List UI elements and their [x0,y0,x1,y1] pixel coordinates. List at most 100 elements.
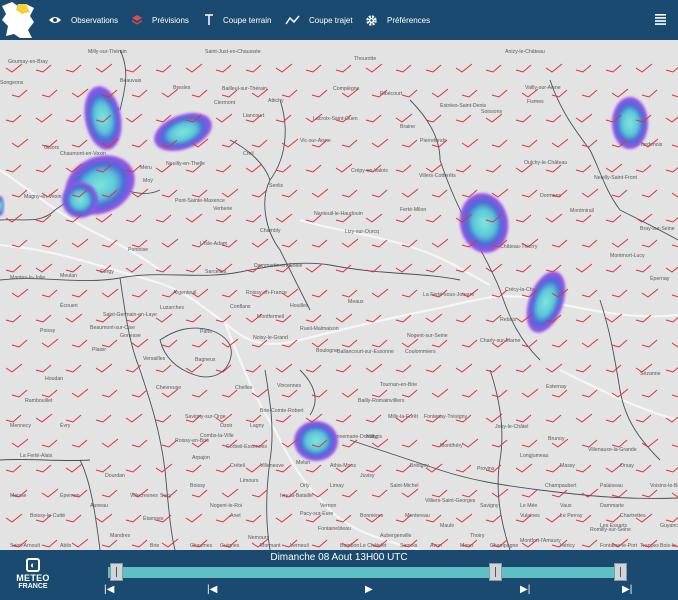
place-label: Rueil-Malmaison [300,326,339,332]
place-label: Pacy-sur-Eure [300,511,333,517]
place-label: Bresles [173,85,191,91]
place-label: Rebais [500,317,517,323]
place-label: Anizy-le-Château [505,49,545,55]
nav-previsions[interactable]: Prévisions [131,0,189,40]
place-label: Chaumes [190,543,213,549]
eye-icon [49,17,61,23]
place-label: Lacroix-Saint-Ouen [313,116,358,122]
place-label: Estrées-Saint-Denis [440,103,487,109]
place-label: Samois [400,543,418,549]
meteo-france-logo: ◐ METEO FRANCE [16,558,50,590]
timeline-track[interactable] [108,567,624,578]
place-label: Pontoise [128,247,148,253]
place-label: Nogent-le-Roi [210,503,242,509]
place-label: Magny-en-Vexin [24,194,62,200]
place-label: Saint-Germain-en-Laye [103,312,157,318]
place-label: Ferté-Milon [400,207,426,213]
place-label: Verberie [213,206,232,212]
place-label: Houdan [45,376,63,382]
place-label: Chartrettes [620,513,646,519]
nav-observations[interactable]: Observations [48,0,118,40]
place-label: La Ferté-sous-Jouarre [423,292,474,298]
hamburger-menu-icon[interactable] [655,14,666,25]
place-label: Boulogne [316,348,338,354]
place-label: Milly-la-Forêt [388,414,419,420]
place-label: Chaumont-en-Vexin [60,151,106,157]
place-label: Ribécourt [380,91,403,97]
place-label: Chambly [260,228,281,234]
place-label: Créteil [230,463,245,469]
place-label: Aubergenville [380,533,412,539]
place-label: Saint-Michel [390,483,419,489]
place-label: Braine [400,124,415,130]
place-label: Montmort-Lucy [610,253,645,259]
place-label: Épernon [60,492,80,499]
go-to-start-button[interactable]: |◀ [104,584,114,596]
place-label: Esternay [546,384,567,390]
place-label: Conflans [230,304,251,310]
place-label: Montlhéry [440,443,463,449]
terrain-cut-icon [205,14,213,25]
place-label: Limay [330,483,344,489]
place-label: Épernay [650,275,670,282]
timeline-bar: ◐ METEO FRANCE Dimanche 08 Aout 13H00 UT… [0,550,678,600]
place-label: Nanteuil-le-Haudouin [314,211,363,217]
place-label: Dammarie [600,503,624,509]
nav-observations-label: Observations [71,15,119,25]
place-label: Guyancourt [660,523,678,529]
place-label: Villeneuve [260,463,284,469]
place-label: Sézanne [640,371,661,377]
timeline-current-handle[interactable] [489,563,502,581]
place-label: Savigny-sur-Orge [185,414,226,420]
nav-coupe-trajet[interactable]: Coupe trajet [285,0,353,40]
france-map-icon[interactable] [0,0,40,40]
place-label: Sarcelles [205,269,227,275]
play-button[interactable]: ▶ [365,584,373,596]
forecast-map[interactable]: Gournay-en-Bray Milly-sur-Thérain Saint-Ju… [0,40,678,550]
place-label: Charly-sur-Marne [480,338,520,344]
place-label: Bailly-Romainvilliers [358,398,405,404]
place-label: Champaubert [545,483,577,489]
map-canvas[interactable]: Gournay-en-Bray Milly-sur-Thérain Saint-Ju… [0,40,678,550]
place-label: Milly-sur-Thérain [88,49,127,55]
place-label: Nogent-sur-Seine [407,333,448,339]
nav-previsions-label: Prévisions [152,15,189,25]
place-label: Houilles [290,303,309,309]
place-label: Maule [440,523,454,529]
place-label: Villiers-Saint-Georges [425,498,476,504]
place-label: Ozoir [220,423,233,429]
top-toolbar: Observations Prévisions Coupe terrain Co… [0,0,678,40]
nav-coupe-trajet-label: Coupe trajet [309,15,353,25]
place-label: Limours [240,478,259,484]
place-label: Orly [300,483,310,489]
place-label: Senlis [269,183,284,189]
place-label: Beauvais [120,78,142,84]
place-label: Melun [296,460,310,466]
place-label: Chelles [235,385,253,391]
place-label: Château-Thierry [500,244,538,250]
place-label: Plaisir [92,347,106,353]
place-label: Neuilly-Saint-Front [594,175,638,181]
place-label: Coulommiers [405,349,436,355]
place-label: Moÿ [143,178,153,184]
place-label: Méru [140,165,152,171]
go-to-end-button[interactable]: ▶| [622,584,632,596]
place-label: Orsay [620,463,634,469]
nav-preferences[interactable]: Préférences [365,0,430,40]
place-label: Provins [477,466,495,472]
timeline-end-handle[interactable] [614,563,627,581]
nav-coupe-terrain[interactable]: Coupe terrain [204,0,271,40]
step-back-button[interactable]: |◀ [207,584,217,596]
place-label: Tournan-en-Brie [380,382,417,388]
nav-coupe-terrain-label: Coupe terrain [223,15,272,25]
place-label: Combs-la-Ville [200,433,234,439]
place-label: Soissons [481,109,502,115]
timeline-start-handle[interactable] [110,563,123,581]
place-label: Thourotte [354,56,376,62]
place-label: Clermont [214,100,236,106]
place-label: Beaumont-sur-Oise [90,325,135,331]
place-label: Villers-Cotterêts [419,173,456,179]
place-label: Palaiseau [600,483,623,489]
step-forward-button[interactable]: ▶| [520,584,530,596]
place-label: Rambouillet [25,398,53,404]
